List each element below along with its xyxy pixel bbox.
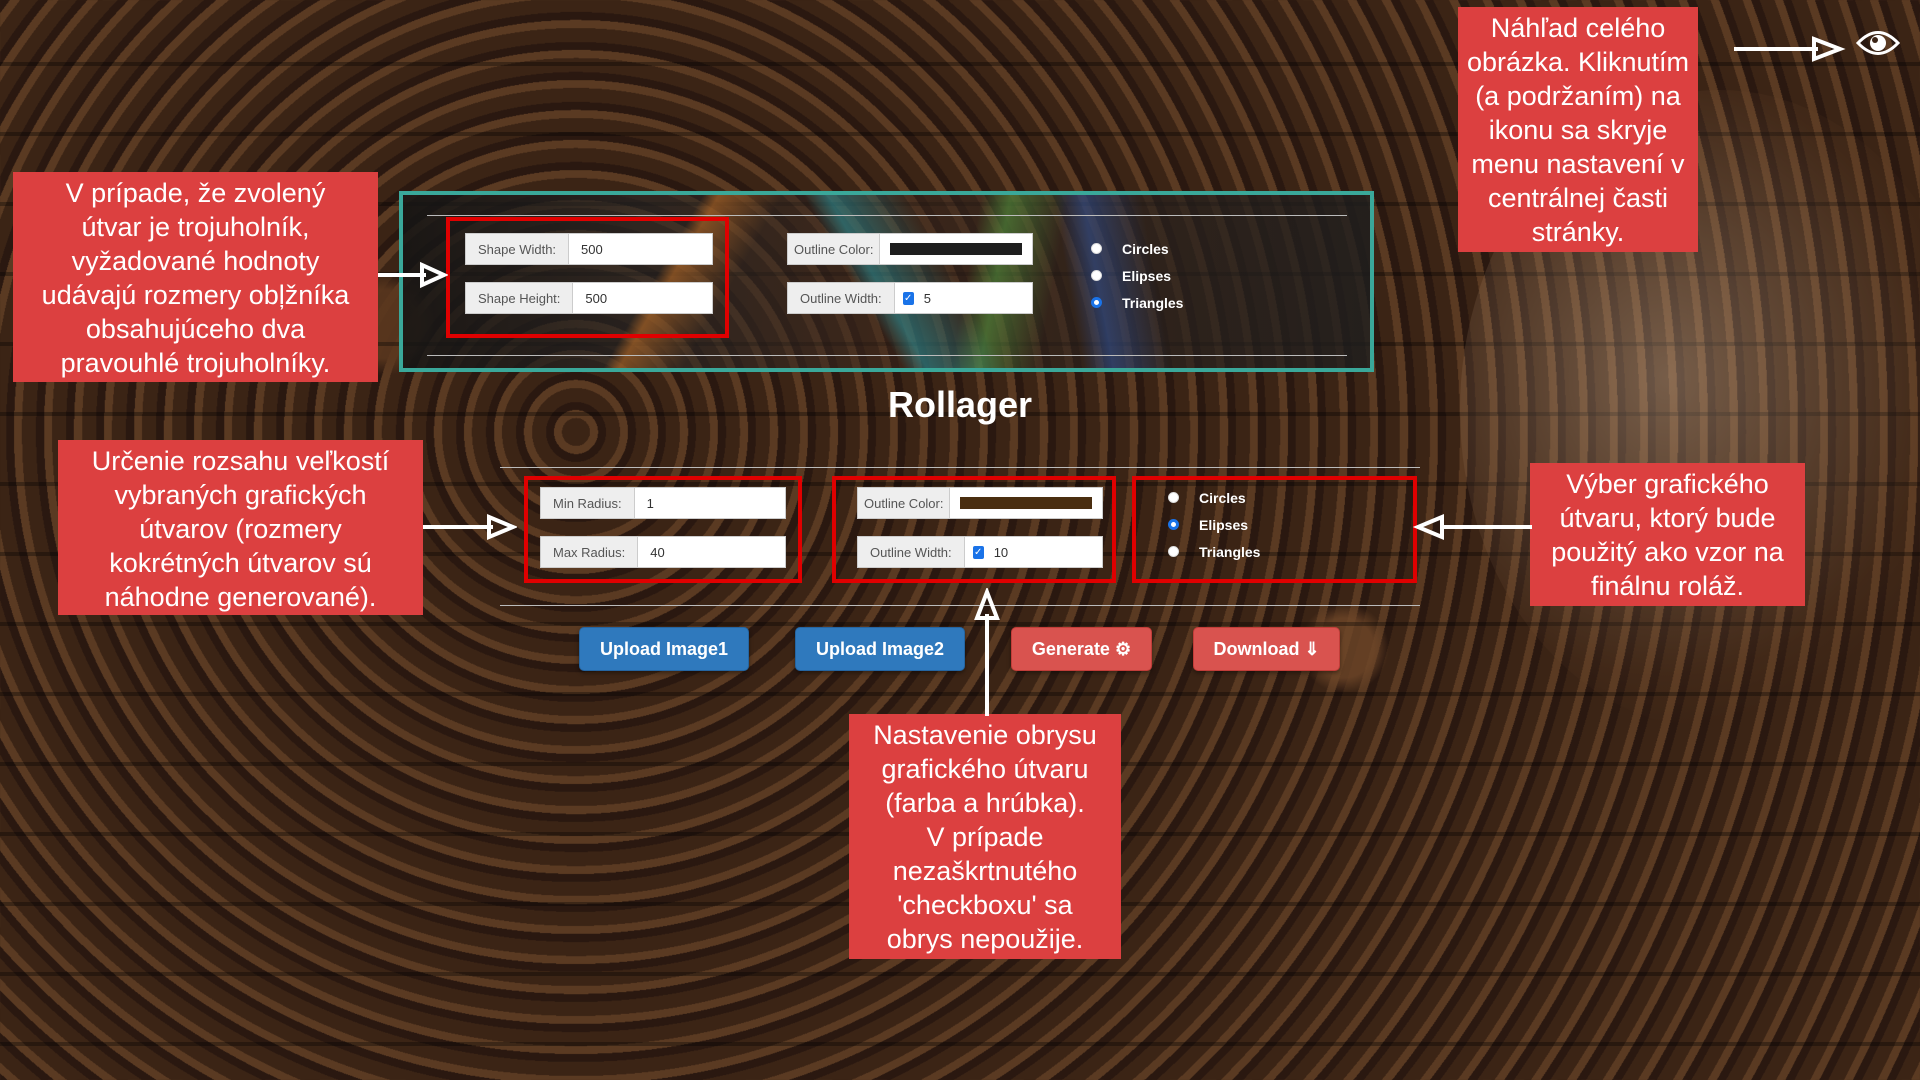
outline-color-swatch[interactable]	[890, 243, 1022, 255]
shape-note: Výber grafického útvaru, ktorý bude použ…	[1530, 463, 1805, 606]
radio-label: Triangles	[1122, 294, 1184, 311]
upload-image2-button[interactable]: Upload Image2	[795, 627, 965, 671]
radius-highlight	[524, 476, 802, 583]
arrow-icon	[1734, 36, 1846, 62]
radius-note: Určenie rozsahu veľkostí vybraných grafi…	[58, 440, 423, 615]
divider	[427, 355, 1347, 356]
radio-label: Circles	[1122, 240, 1169, 257]
radio-button[interactable]	[1091, 297, 1102, 308]
arrow-icon	[378, 261, 448, 289]
divider	[500, 467, 1420, 468]
radio-elipses[interactable]: Elipses	[1091, 262, 1183, 289]
outline-color-label: Outline Color:	[788, 234, 881, 264]
shape-radio-group: Circles Elipses Triangles	[1091, 235, 1183, 316]
upload-image1-button[interactable]: Upload Image1	[579, 627, 749, 671]
arrow-icon	[423, 514, 517, 540]
arrow-icon	[1412, 514, 1532, 540]
generate-button[interactable]: Generate ⚙	[1011, 627, 1152, 671]
outline-width-input[interactable]	[919, 287, 1024, 309]
divider	[500, 605, 1420, 606]
outline-highlight	[832, 476, 1116, 583]
divider	[427, 215, 1347, 216]
outline-color-field[interactable]: Outline Color:	[787, 233, 1033, 265]
arrow-icon	[974, 588, 1000, 716]
outline-width-field[interactable]: Outline Width: ✓	[787, 282, 1033, 314]
eye-icon[interactable]	[1855, 28, 1901, 58]
radio-circles[interactable]: Circles	[1091, 235, 1183, 262]
outline-note: Nastavenie obrysu grafického útvaru (far…	[849, 714, 1121, 959]
radio-button[interactable]	[1091, 243, 1102, 254]
page-title: Rollager	[887, 384, 1033, 425]
outline-width-label: Outline Width:	[788, 283, 895, 313]
shape-select-highlight	[1132, 476, 1417, 583]
radio-label: Elipses	[1122, 267, 1172, 284]
shape-size-highlight	[446, 217, 729, 338]
preview-note: Náhľad celého obrázka. Kliknutím (a podr…	[1458, 7, 1698, 252]
triangle-note: V prípade, že zvolený útvar je trojuholn…	[13, 172, 378, 382]
outline-checkbox[interactable]: ✓	[902, 291, 914, 305]
radio-triangles[interactable]: Triangles	[1091, 289, 1183, 316]
download-button[interactable]: Download ⇓	[1193, 627, 1340, 671]
radio-button[interactable]	[1091, 270, 1102, 281]
